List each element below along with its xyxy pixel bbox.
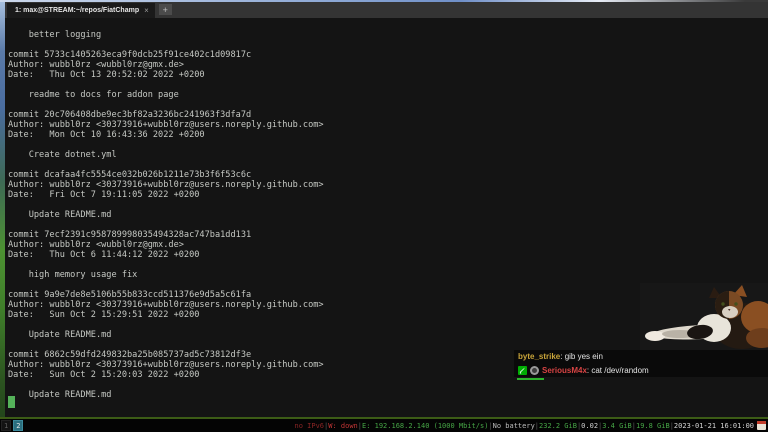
terminal-line: Author: wubbl0rz <wubbl0rz@gmx.de> — [8, 240, 184, 250]
cat-image — [645, 285, 768, 349]
terminal-line: Create dotnet.yml — [8, 150, 117, 160]
chat-timeout-progress — [517, 377, 544, 380]
moderator-badge-icon — [518, 365, 527, 375]
calendar-icon — [757, 421, 766, 430]
chat-message: SeriousM4x: cat /dev/random — [514, 363, 768, 377]
workspace-button-2[interactable]: 2 — [13, 420, 24, 431]
chat-username: SeriousM4x — [542, 365, 587, 375]
status-segment: 232.2 GiB — [539, 421, 577, 430]
terminal-tab-title: 1: max@STREAM:~/repos/FiatChamp — [15, 7, 140, 14]
new-tab-button[interactable]: + — [158, 4, 172, 15]
workspace-switcher: 12 — [0, 420, 24, 431]
status-segment: E: 192.168.2.140 (1000 Mbit/s) — [361, 421, 489, 430]
terminal-line: commit dcafaa4fc5554ce032b026b1211e73b3f… — [8, 170, 252, 180]
status-segment: 0.02 — [581, 421, 599, 430]
workspace-button-1[interactable]: 1 — [1, 420, 12, 431]
terminal-line: high memory usage fix — [8, 270, 138, 280]
terminal-line: readme to docs for addon page — [8, 90, 179, 100]
terminal-line: Date: Mon Oct 10 16:43:36 2022 +0200 — [8, 130, 205, 140]
chat-text: : gib yes ein — [560, 352, 603, 362]
terminal-line: Author: wubbl0rz <30373916+wubbl0rz@user… — [8, 180, 324, 190]
terminal-tab-bar: 1: max@STREAM:~/repos/FiatChamp × + — [5, 2, 768, 18]
status-segment: 3.4 GiB — [602, 421, 632, 430]
terminal-line: better logging — [8, 30, 102, 40]
chat-text: : cat /dev/random — [586, 365, 649, 375]
terminal-line: Date: Fri Oct 7 19:11:05 2022 +0200 — [8, 190, 200, 200]
terminal-line: commit 20c706408dbe9ec3bf82a3236bc241963… — [8, 110, 252, 120]
chat-message: byte_strike: gib yes ein — [514, 350, 768, 364]
terminal-line: Author: wubbl0rz <30373916+wubbl0rz@user… — [8, 120, 324, 130]
status-segment: 2023-01-21 16:01:00 — [673, 421, 754, 430]
chat-overlay: byte_strike: gib yes ein SeriousM4x: cat … — [514, 350, 768, 380]
close-icon[interactable]: × — [144, 6, 149, 15]
status-bar: 12 no IPv6 | W: down | E: 192.168.2.140 (100… — [0, 419, 768, 432]
terminal-tab[interactable]: 1: max@STREAM:~/repos/FiatChamp × — [7, 3, 155, 18]
system-stats: no IPv6 | W: down | E: 192.168.2.140 (1000 M… — [295, 421, 768, 430]
terminal-line: Update README.md — [8, 390, 112, 400]
status-segment: No battery — [492, 421, 535, 430]
terminal-line: commit 7ecf2391c958789998035494328ac747b… — [8, 230, 252, 240]
terminal-line: Update README.md — [8, 210, 112, 220]
webcam-overlay — [640, 283, 768, 350]
terminal-line: Date: Thu Oct 6 11:44:12 2022 +0200 — [8, 250, 200, 260]
chat-username: byte_strike — [518, 352, 561, 362]
terminal-line: commit 5733c1405263eca9f0dcb25f91ce402c1… — [8, 50, 252, 60]
status-segment: 19.8 GiB — [635, 421, 670, 430]
terminal-line: Date: Thu Oct 13 20:52:02 2022 +0200 — [8, 70, 205, 80]
terminal-line: Author: wubbl0rz <wubbl0rz@gmx.de> — [8, 60, 184, 70]
status-segment: W: down — [328, 421, 358, 430]
terminal-cursor — [8, 396, 15, 408]
status-segment: no IPv6 — [294, 421, 325, 430]
gray-badge-icon — [530, 365, 539, 375]
